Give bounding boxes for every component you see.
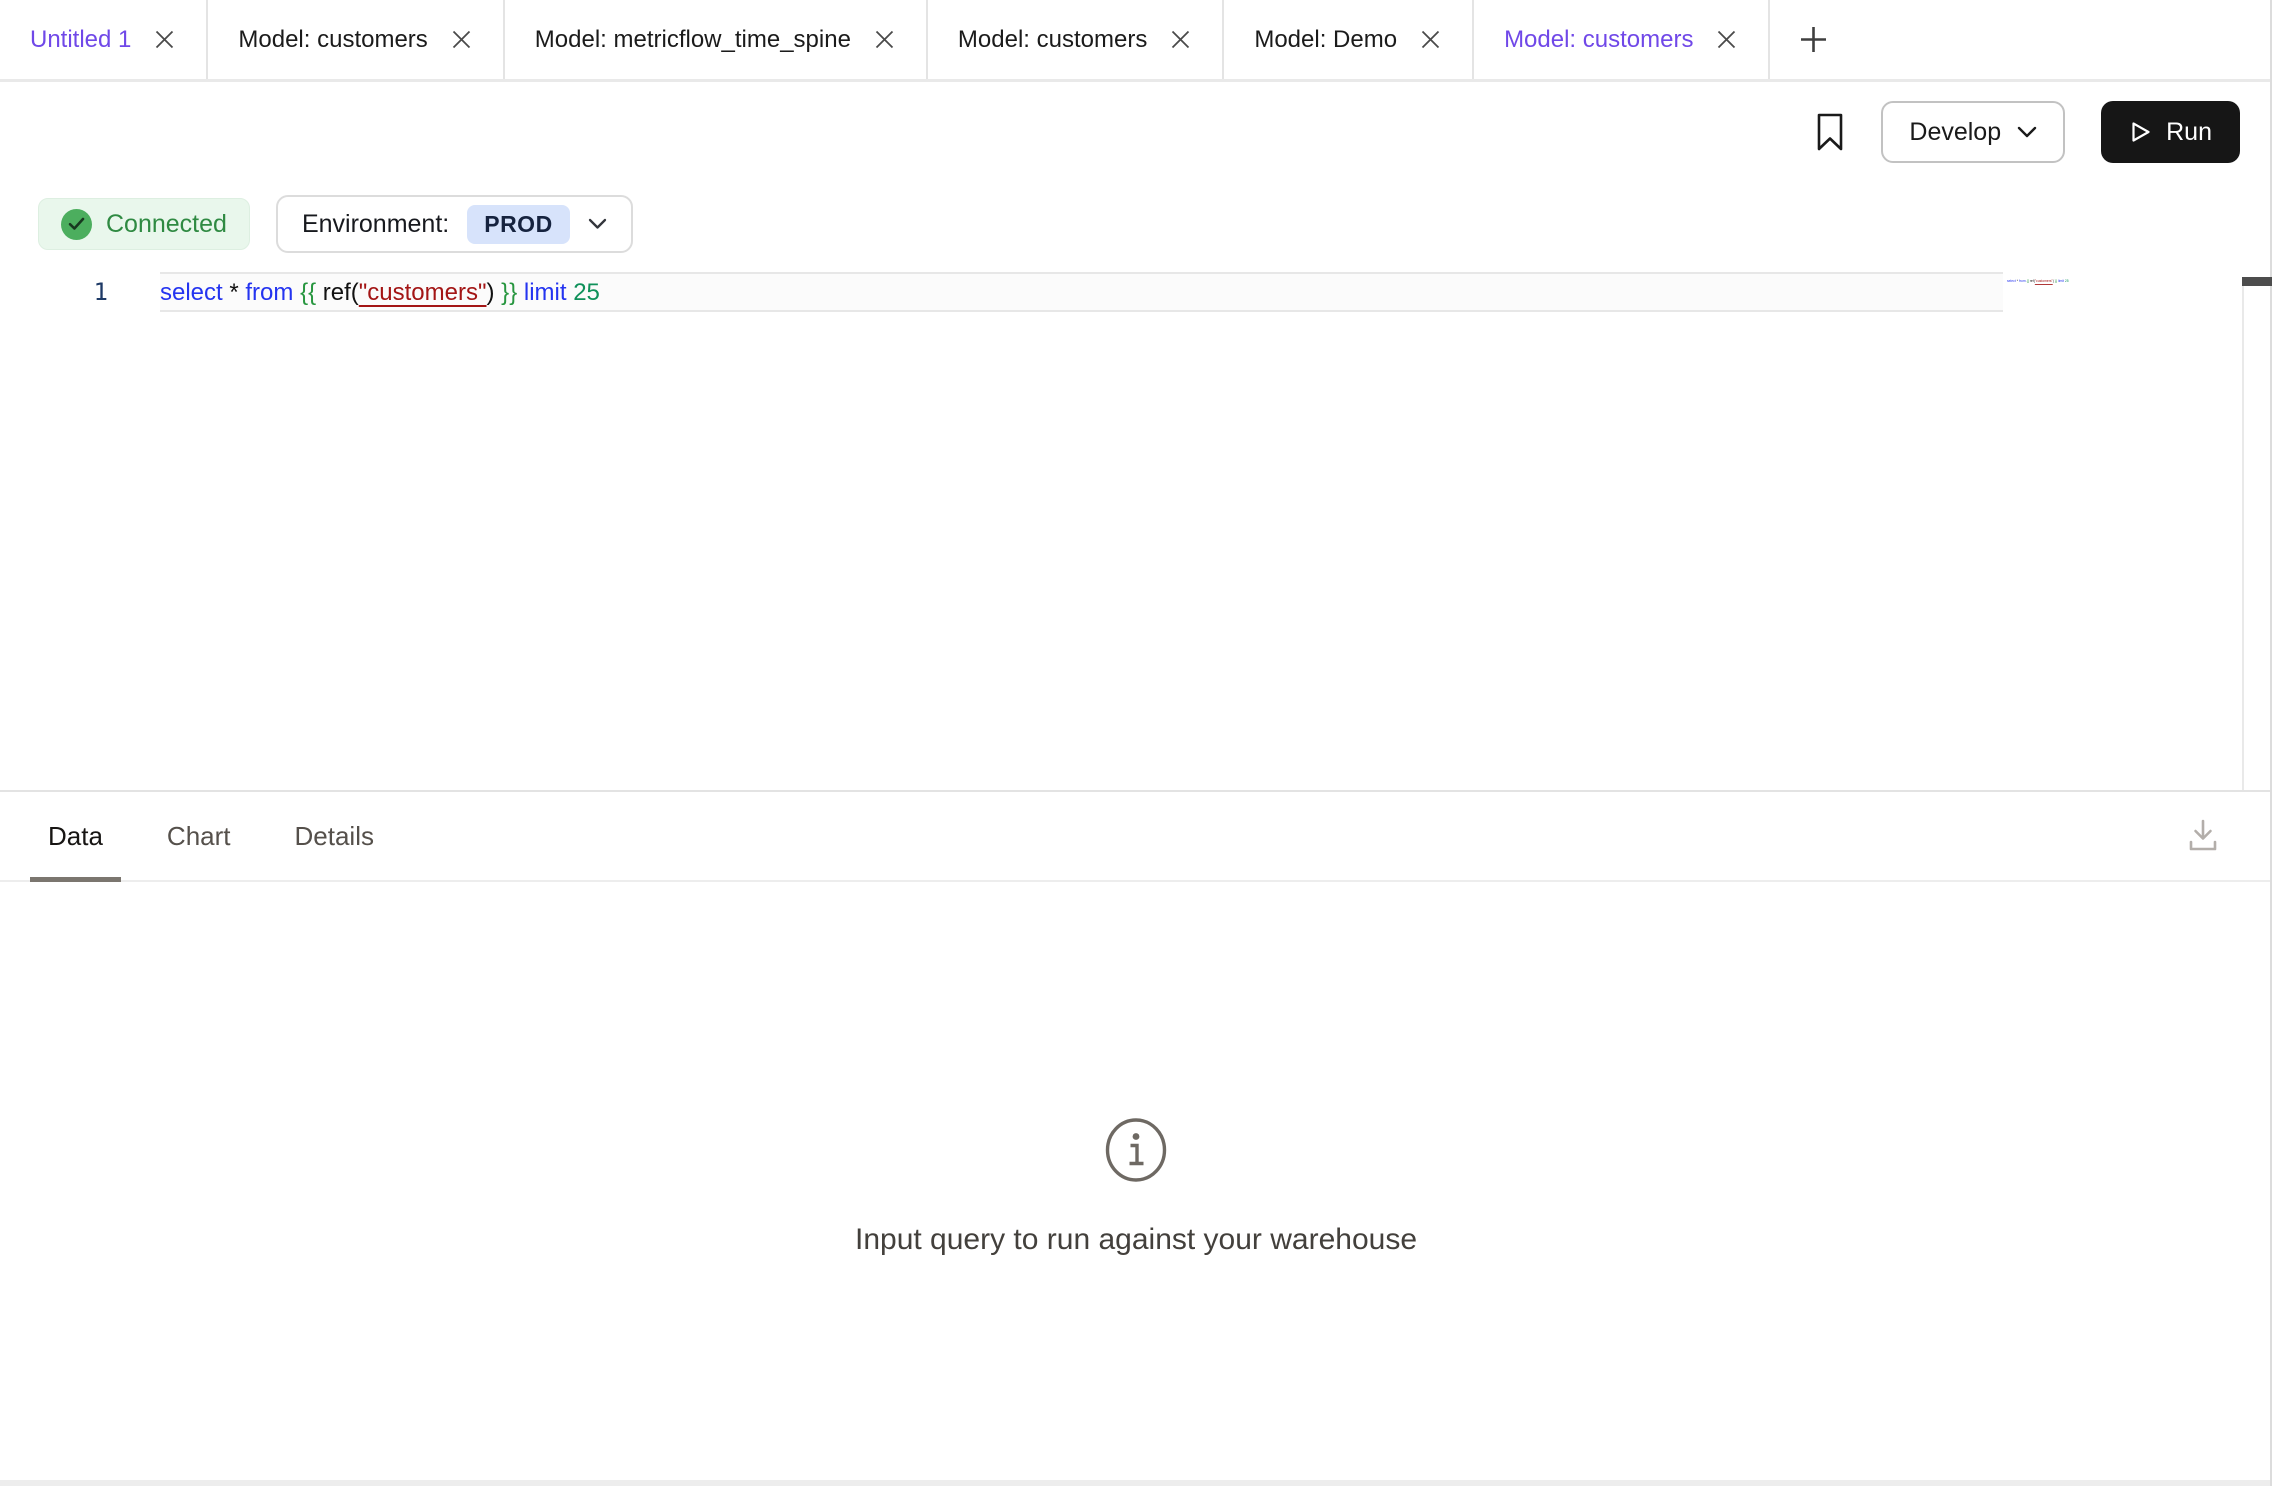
editor-tab[interactable]: Model: customers xyxy=(928,0,1224,79)
editor-tab[interactable]: Untitled 1 xyxy=(0,0,208,79)
editor-tab-bar: Untitled 1 Model: customers Model: metricf… xyxy=(0,0,2272,82)
chevron-down-icon xyxy=(588,218,607,230)
code-active-line: 1 select * from {{ ref("customers") }} l… xyxy=(0,272,2272,312)
results-tabs-wrap: Data Chart Details xyxy=(30,792,392,880)
empty-state-message: Input query to run against your warehous… xyxy=(855,1223,1417,1257)
connection-status-badge: Connected xyxy=(38,198,250,250)
code-token xyxy=(316,279,323,306)
results-empty-state: Input query to run against your warehous… xyxy=(0,882,2272,1486)
code-token: 25 xyxy=(573,279,600,306)
results-tab-bar: Data Chart Details xyxy=(0,792,2272,882)
editor-minimap[interactable]: select * from {{ ref("customers") }} lim… xyxy=(2007,279,2107,335)
toolbar: Develop Run xyxy=(0,82,2272,182)
editor-tab[interactable]: Model: customers xyxy=(1474,0,1770,79)
check-circle-icon xyxy=(61,209,92,240)
results-tab-data[interactable]: Data xyxy=(30,792,121,880)
results-tab-chart[interactable]: Chart xyxy=(149,792,249,880)
code-token: select xyxy=(160,279,223,306)
close-icon[interactable] xyxy=(450,28,473,51)
code-token: * xyxy=(229,279,238,306)
bookmark-button[interactable] xyxy=(1815,112,1845,152)
tab-label: Untitled 1 xyxy=(30,26,131,54)
code-token: limit xyxy=(524,279,567,306)
minimap-code-line: select * from {{ ref("customers") }} lim… xyxy=(2007,279,2107,283)
tab-label: Model: metricflow_time_spine xyxy=(535,26,851,54)
code-editor[interactable]: 1 select * from {{ ref("customers") }} l… xyxy=(0,272,2272,790)
code-token xyxy=(517,279,524,306)
editor-scrollbar-thumb[interactable] xyxy=(2242,277,2272,286)
tab-label: Model: Demo xyxy=(1254,26,1397,54)
editor-scrollbar-track xyxy=(2242,285,2244,790)
environment-value-pill: PROD xyxy=(467,205,569,244)
environment-label: Environment: xyxy=(302,210,449,239)
status-bar: Connected Environment: PROD xyxy=(0,182,2272,266)
download-icon xyxy=(2184,818,2222,854)
ref-model-link[interactable]: "customers" xyxy=(359,279,487,306)
ref-model-link[interactable]: "customers" xyxy=(2035,279,2053,283)
chevron-down-icon xyxy=(2017,126,2037,139)
close-icon[interactable] xyxy=(153,28,176,51)
code-token: from xyxy=(245,279,293,306)
code-token: select xyxy=(2007,279,2016,283)
develop-button-label: Develop xyxy=(1909,118,2001,147)
run-button[interactable]: Run xyxy=(2101,101,2240,163)
play-icon xyxy=(2129,120,2152,144)
tabs-wrap: Untitled 1 Model: customers Model: metricf… xyxy=(0,0,1770,79)
tab-label: Model: customers xyxy=(958,26,1147,54)
code-token: from xyxy=(2019,279,2026,283)
code-token: {{ xyxy=(300,279,316,306)
environment-selector[interactable]: Environment: PROD xyxy=(276,195,633,253)
editor-tab[interactable]: Model: Demo xyxy=(1224,0,1474,79)
tab-label: Model: customers xyxy=(238,26,427,54)
info-icon xyxy=(1103,1117,1169,1183)
add-tab-button[interactable] xyxy=(1770,0,1856,79)
results-panel: Data Chart Details Input query to run agai… xyxy=(0,790,2272,1486)
close-icon[interactable] xyxy=(1715,28,1738,51)
code-token: }} xyxy=(501,279,517,306)
close-icon[interactable] xyxy=(1419,28,1442,51)
line-number: 1 xyxy=(0,272,160,312)
editor-tab[interactable]: Model: metricflow_time_spine xyxy=(505,0,928,79)
run-button-label: Run xyxy=(2166,118,2212,147)
code-token: ref( xyxy=(323,279,359,306)
close-icon[interactable] xyxy=(1169,28,1192,51)
results-tab-details[interactable]: Details xyxy=(277,792,392,880)
code-token: 25 xyxy=(2065,279,2069,283)
code-line-content[interactable]: select * from {{ ref("customers") }} lim… xyxy=(160,272,2003,312)
tab-label: Model: customers xyxy=(1504,26,1693,54)
bookmark-icon xyxy=(1815,112,1845,152)
download-results-button[interactable] xyxy=(2184,818,2222,854)
code-token: ) xyxy=(487,279,495,306)
bottom-edge-strip xyxy=(0,1480,2272,1486)
connection-status-label: Connected xyxy=(106,210,227,239)
close-icon[interactable] xyxy=(873,28,896,51)
develop-button[interactable]: Develop xyxy=(1881,101,2065,163)
editor-tab[interactable]: Model: customers xyxy=(208,0,504,79)
plus-icon xyxy=(1798,24,1829,55)
